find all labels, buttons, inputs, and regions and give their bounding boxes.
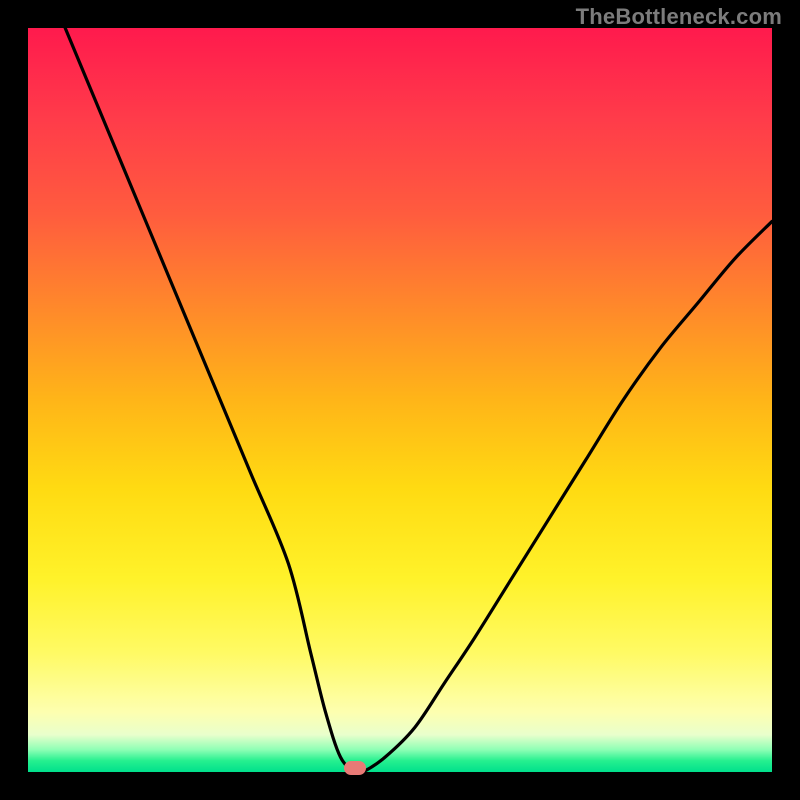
plot-area xyxy=(28,28,772,772)
bottleneck-curve xyxy=(65,28,772,774)
curve-svg xyxy=(28,28,772,772)
watermark-label: TheBottleneck.com xyxy=(576,4,782,30)
chart-frame: TheBottleneck.com xyxy=(0,0,800,800)
optimum-marker xyxy=(344,761,366,775)
